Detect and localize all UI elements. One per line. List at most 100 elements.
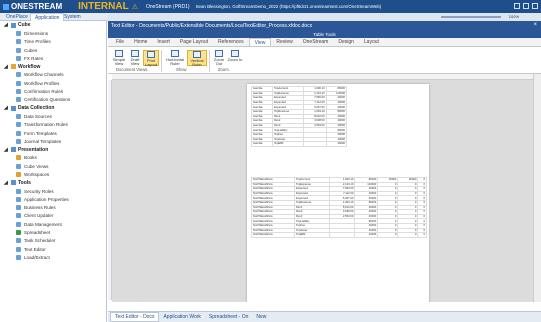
table-cell[interactable]: TopEBit xyxy=(272,141,304,147)
vertical-scrollbar[interactable] xyxy=(533,74,541,302)
sidebar-section-data-collection[interactable]: ◢ Data Collection xyxy=(0,104,106,112)
zoom-slider[interactable] xyxy=(441,16,501,18)
collapse-icon[interactable]: ◢ xyxy=(4,147,9,153)
sidebar-label: Presentation xyxy=(18,146,49,153)
sidebar-item-business-rules[interactable]: Business Rules xyxy=(0,204,106,212)
minimize-icon[interactable] xyxy=(514,3,520,9)
sidebar-item-workspaces[interactable]: Workspaces xyxy=(0,170,106,178)
ribbon-tab-design[interactable]: Design xyxy=(333,38,359,46)
collapse-icon[interactable]: ◢ xyxy=(4,180,9,186)
ribbon-tab-references[interactable]: References xyxy=(213,38,249,46)
table-cell[interactable]: Gambia xyxy=(250,141,274,147)
horizontal-ruler-icon xyxy=(171,50,179,57)
sidebar-item-security-roles[interactable]: Security Roles xyxy=(0,187,106,195)
sidebar-item-dimensions[interactable]: Dimensions xyxy=(0,29,106,37)
logo-icon xyxy=(3,3,9,10)
bottom-tab-application-work[interactable]: Application Work xyxy=(159,313,204,321)
table-cell[interactable]: 40000 xyxy=(325,141,348,147)
zoom-in-label: Zoom In xyxy=(227,57,243,62)
sidebar-item-journal-templates[interactable]: Journal Templates xyxy=(0,137,106,145)
sidebar-label: Journal Templates xyxy=(24,138,62,144)
sidebar-item-task-scheduler[interactable]: Task Scheduler xyxy=(0,237,106,245)
sidebar-item-data-management[interactable]: Data Management xyxy=(0,220,106,228)
sidebar-label: Workflow Profiles xyxy=(24,80,60,86)
ribbon-tab-file[interactable]: File xyxy=(111,38,129,46)
zoom-in-button[interactable]: Zoom In xyxy=(227,50,243,66)
ribbon-tab-onestream[interactable]: OneStream xyxy=(298,38,334,46)
group-show: Show xyxy=(176,67,187,72)
sidebar-item-transformation-rules[interactable]: Transformation Rules xyxy=(0,121,106,129)
collapse-icon[interactable]: ◢ xyxy=(4,22,9,28)
sidebar-item-data-sources[interactable]: Data Sources xyxy=(0,112,106,120)
table-cell[interactable]: TopEBit xyxy=(294,232,330,238)
zoom-out-button[interactable]: Zoom Out xyxy=(211,50,227,66)
document-canvas: Gambia TopAccount 1,000.10 80000 Gambia TopEx… xyxy=(112,80,533,302)
sidebar-item-confirmation-rules[interactable]: Confirmation Rules xyxy=(0,87,106,95)
sidebar-item-cube-views[interactable]: Cube Views xyxy=(0,162,106,170)
maximize-icon[interactable] xyxy=(523,3,529,9)
sidebar-label: FX Rates xyxy=(24,55,44,61)
bottom-tab-spreadsheet-on[interactable]: Spreadsheet - On xyxy=(205,313,252,321)
vertical-ruler-label: Vertical Ruler xyxy=(190,58,204,67)
sidebar-item-workflow-channels[interactable]: Workflow Channels xyxy=(0,71,106,79)
sidebar-item-workflow-profiles[interactable]: Workflow Profiles xyxy=(0,79,106,87)
ribbon-tab-layout[interactable]: Layout xyxy=(359,38,384,46)
sidebar-label: Dimensions xyxy=(24,30,48,36)
table-cell[interactable]: 0 xyxy=(377,232,399,238)
sidebar-section-cube[interactable]: ◢ Cube xyxy=(0,21,106,29)
draft-view-button[interactable]: Draft View xyxy=(127,50,143,66)
table-cell[interactable]: 0 xyxy=(397,232,419,238)
ribbon-tabs: File Home Insert Page Layout References View R… xyxy=(108,38,541,47)
sidebar-item-certification-questions[interactable]: Certification Questions xyxy=(0,96,106,104)
table-cell[interactable] xyxy=(328,232,356,238)
separator xyxy=(161,50,162,72)
books-icon xyxy=(16,155,21,161)
collapse-icon[interactable]: ◢ xyxy=(4,64,9,70)
title-bar: ONESTREAM INTERNAL ⚠ OneStream (PRD1) Se… xyxy=(0,0,541,13)
sidebar-item-spreadsheet[interactable]: Spreadsheet xyxy=(0,228,106,236)
application-sidebar: ◢ Cube Dimensions Time Profiles Cubes FX Rate… xyxy=(0,21,107,322)
sidebar-label: Task Scheduler xyxy=(24,238,56,244)
sidebar-label: Books xyxy=(24,155,37,161)
sidebar-item-time-profiles[interactable]: Time Profiles xyxy=(0,38,106,46)
print-layout-button[interactable]: Print Layout xyxy=(143,50,159,67)
ribbon-tab-review[interactable]: Review xyxy=(271,38,297,46)
horizontal-ruler-button[interactable]: Horizontal Ruler xyxy=(163,50,187,66)
session-label: OneStream (PRD1) xyxy=(145,3,190,10)
tab-system[interactable]: System xyxy=(60,13,85,21)
close-icon[interactable] xyxy=(532,3,538,9)
vertical-ruler-icon xyxy=(193,51,201,58)
ribbon-tab-page-layout[interactable]: Page Layout xyxy=(175,38,213,46)
sidebar-item-books[interactable]: Books xyxy=(0,154,106,162)
sidebar-item-fx-rates[interactable]: FX Rates xyxy=(0,54,106,62)
ribbon-tab-view[interactable]: View xyxy=(248,38,272,46)
tab-oneplace[interactable]: OnePlace xyxy=(2,13,32,21)
sidebar-label: Application Properties xyxy=(24,196,69,202)
bottom-tab-new[interactable]: New xyxy=(252,313,270,321)
sidebar-item-client-updater[interactable]: Client Updater xyxy=(0,212,106,220)
sidebar-label: Workspaces xyxy=(24,171,50,177)
presentation-icon xyxy=(11,147,16,153)
sidebar-label: Tools xyxy=(18,179,31,186)
close-document-icon[interactable]: × xyxy=(533,22,537,28)
table-cell[interactable]: NorthWestAfrica xyxy=(250,232,296,238)
sidebar-item-text-editor[interactable]: Text Editor xyxy=(0,245,106,253)
sidebar-item-load-extract[interactable]: Load/Extract xyxy=(0,253,106,261)
ribbon-tab-home[interactable]: Home xyxy=(129,38,152,46)
sidebar-item-form-templates[interactable]: Form Templates xyxy=(0,129,106,137)
sidebar-section-tools[interactable]: ◢ Tools xyxy=(0,179,106,187)
document-page[interactable]: Gambia TopAccount 1,000.10 80000 Gambia TopEx… xyxy=(247,84,429,302)
table-cell[interactable]: 0 xyxy=(417,232,427,238)
cube-icon xyxy=(11,22,16,28)
sidebar-section-workflow[interactable]: ◢ Workflow xyxy=(0,62,106,70)
table-cell[interactable]: 40000 xyxy=(354,232,379,238)
ribbon-tab-insert[interactable]: Insert xyxy=(152,38,175,46)
vertical-ruler-button[interactable]: Vertical Ruler xyxy=(187,50,207,67)
bottom-tab-text-editor-docs[interactable]: Text Editor - Docs xyxy=(110,312,160,322)
collapse-icon[interactable]: ◢ xyxy=(4,105,9,111)
simple-view-button[interactable]: Simple View xyxy=(111,50,127,66)
sidebar-item-application-properties[interactable]: Application Properties xyxy=(0,195,106,203)
sidebar-item-cubes[interactable]: Cubes xyxy=(0,46,106,54)
sidebar-section-presentation[interactable]: ◢ Presentation xyxy=(0,145,106,153)
table-cell[interactable] xyxy=(302,141,327,147)
